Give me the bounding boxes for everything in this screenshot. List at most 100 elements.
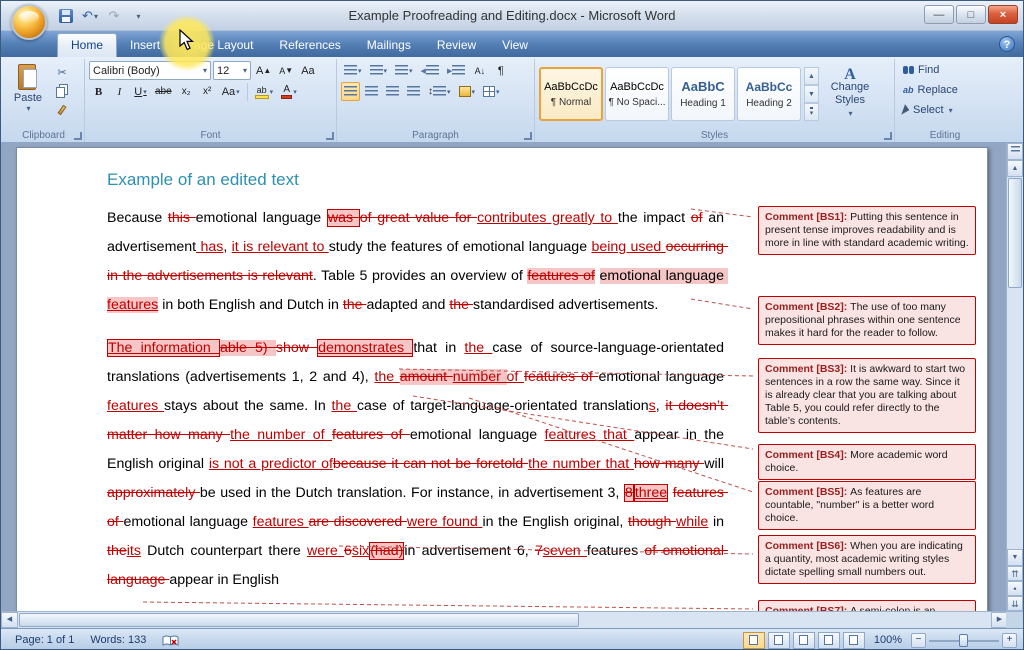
customize-qat-button[interactable]: ▾ [127,5,149,27]
font-color-button[interactable]: A ▾ [278,82,300,101]
horizontal-scrollbar[interactable]: ◀ ▶ [1,611,1008,628]
document-area: Example of an edited text Because this e… [1,143,1023,611]
zoom-slider[interactable] [929,633,999,648]
ruler-toggle-button[interactable] [1007,143,1023,160]
minimize-button[interactable]: — [924,5,954,24]
paragraph[interactable]: The information able 5) show demonstrate… [107,334,724,595]
format-painter-button[interactable] [51,101,73,119]
zoom-in-button[interactable]: + [1002,633,1017,648]
clear-formatting-button[interactable]: Aa [298,61,317,80]
style-heading-2[interactable]: AaBbCc Heading 2 [737,67,801,121]
font-dialog-launcher[interactable] [326,132,334,140]
document-page[interactable]: Example of an edited text Because this e… [16,147,988,611]
tab-home[interactable]: Home [57,33,117,57]
comment-box[interactable]: Comment [BS3]: It is awkward to start tw… [758,358,976,433]
multilevel-list-button[interactable]: ▾ [392,61,416,80]
comment-box[interactable]: Comment [BS7]: A semi-colon is an [758,600,976,611]
save-button[interactable] [55,5,77,27]
underline-button[interactable]: U▾ [131,82,150,101]
comment-box[interactable]: Comment [BS1]: Putting this sentence in … [758,206,976,255]
next-page-button[interactable]: ⇊ [1007,596,1023,611]
zoom-out-button[interactable]: − [911,633,926,648]
comment-box[interactable]: Comment [BS5]: As features are countable… [758,481,976,530]
select-button[interactable]: Select ▾ [899,101,991,119]
view-web-layout-button[interactable] [793,632,815,649]
tab-mailings[interactable]: Mailings [354,34,424,57]
scroll-left-button[interactable]: ◀ [1,612,18,628]
close-button[interactable]: × [988,5,1018,24]
bold-button[interactable]: B [89,82,108,101]
align-center-button[interactable] [362,82,381,101]
grow-font-button[interactable]: A▲ [253,61,274,80]
replace-button[interactable]: ab Replace [899,81,991,99]
clipboard-dialog-launcher[interactable] [74,132,82,140]
word-count[interactable]: Words: 133 [82,629,154,650]
decrease-indent-button[interactable]: ◀ [418,61,442,80]
line-spacing-button[interactable]: ↕▾ [425,82,454,101]
subscript-button[interactable]: x₂ [177,82,196,101]
select-browse-object-button[interactable]: • [1007,581,1023,596]
sort-button[interactable]: A↓ [470,61,489,80]
italic-button[interactable]: I [110,82,129,101]
styles-scroll-up-button[interactable]: ▲ [804,67,819,85]
text-highlight-button[interactable]: ab ▾ [252,82,277,101]
font-size-combo[interactable]: 12 ▾ [213,61,251,80]
paragraph[interactable]: Because this emotional language was of g… [107,204,724,320]
zoom-slider-thumb[interactable] [959,634,968,647]
view-draft-button[interactable] [843,632,865,649]
numbering-button[interactable]: ▾ [367,61,391,80]
deleted-text: of [691,210,703,226]
comment-box[interactable]: Comment [BS6]: When you are indicating a… [758,535,976,584]
style-no-spacing[interactable]: AaBbCcDc ¶ No Spaci... [605,67,669,121]
tab-view[interactable]: View [489,34,541,57]
tab-page-layout[interactable]: Page Layout [173,34,266,57]
align-right-button[interactable] [383,82,402,101]
style-heading-1[interactable]: AaBbC Heading 1 [671,67,735,121]
help-button[interactable]: ? [999,36,1015,52]
styles-dialog-launcher[interactable] [884,132,892,140]
vertical-scrollbar[interactable]: ▲ ▼ ⇈ • ⇊ [1006,143,1023,611]
scroll-down-button[interactable]: ▼ [1007,549,1023,566]
office-button[interactable] [11,4,47,40]
bullets-button[interactable]: ▾ [341,61,365,80]
scroll-up-button[interactable]: ▲ [1007,160,1023,177]
style-normal[interactable]: AaBbCcDc ¶ Normal [539,67,603,121]
justify-button[interactable] [404,82,423,101]
comment-box[interactable]: Comment [BS4]: More academic word choice… [758,444,976,480]
paste-button[interactable]: Paste ▾ [7,61,49,127]
paragraph-dialog-launcher[interactable] [524,132,532,140]
cut-button[interactable]: ✂ [51,63,73,81]
zoom-level[interactable]: 100% [868,634,908,646]
vertical-scroll-thumb[interactable] [1008,178,1022,288]
find-button[interactable]: Find [899,61,991,79]
strikethrough-button[interactable]: abe [152,82,175,101]
font-name-combo[interactable]: Calibri (Body) ▾ [89,61,211,80]
borders-button[interactable]: ▾ [480,82,503,101]
shading-button[interactable]: ▾ [456,82,479,101]
tab-insert[interactable]: Insert [117,34,173,57]
comment-box[interactable]: Comment [BS2]: The use of too many prepo… [758,296,976,345]
superscript-button[interactable]: x² [198,82,217,101]
undo-button[interactable]: ↶▾ [79,5,101,27]
tab-review[interactable]: Review [424,34,489,57]
styles-scroll-down-button[interactable]: ▼ [804,85,819,103]
scroll-track[interactable] [1007,289,1023,549]
tab-references[interactable]: References [266,34,353,57]
proofing-status-button[interactable] [154,629,187,650]
view-fullscreen-button[interactable] [768,632,790,649]
view-print-layout-button[interactable] [743,632,765,649]
copy-button[interactable] [51,82,73,100]
redo-button[interactable]: ↷ [103,5,125,27]
maximize-button[interactable]: □ [956,5,986,24]
align-left-button[interactable] [341,82,360,101]
page-indicator[interactable]: Page: 1 of 1 [7,629,82,650]
show-hide-paragraph-button[interactable]: ¶ [491,61,510,80]
previous-page-button[interactable]: ⇈ [1007,566,1023,581]
styles-gallery-more-button[interactable]: ▾ [804,103,819,121]
change-styles-button[interactable]: A Change Styles ▾ [822,64,878,124]
change-case-button[interactable]: Aa▾ [219,82,243,101]
view-outline-button[interactable] [818,632,840,649]
horizontal-scroll-thumb[interactable] [19,613,579,627]
increase-indent-button[interactable]: ▶ [444,61,468,80]
shrink-font-button[interactable]: A▼ [276,61,296,80]
